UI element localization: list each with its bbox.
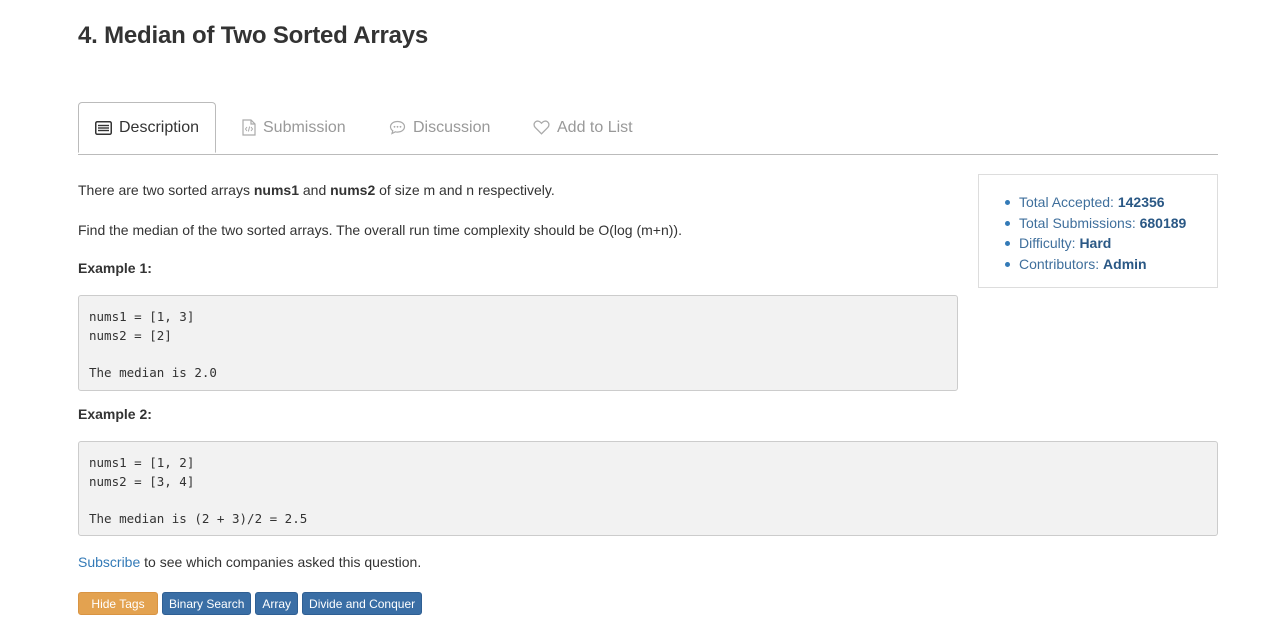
subscribe-text: to see which companies asked this questi…	[140, 554, 422, 570]
stat-difficulty-value: Hard	[1079, 235, 1112, 251]
example2-label: Example 2:	[78, 406, 152, 422]
stat-contributors-label: Contributors:	[1019, 255, 1104, 272]
tab-submission[interactable]: Submission	[242, 102, 346, 153]
stat-contributors-value[interactable]: Admin	[1103, 256, 1147, 272]
stat-difficulty-label: Difficulty:	[1019, 235, 1080, 251]
tab-discussion[interactable]: Discussion	[389, 102, 490, 153]
description-complexity: Find the median of the two sorted arrays…	[78, 222, 682, 238]
description-intro: There are two sorted arrays nums1 and nu…	[78, 180, 555, 200]
stats-panel: Total Accepted: 142356 Total Submissions…	[978, 174, 1218, 288]
heart-icon	[533, 120, 550, 135]
example1-code: nums1 = [1, 3] nums2 = [2] The median is…	[78, 295, 958, 391]
tab-description[interactable]: Description	[78, 102, 216, 153]
tags-row: Hide Tags Binary Search Array Divide and…	[78, 592, 423, 615]
stat-total-submissions: Total Submissions: 680189	[1005, 213, 1186, 234]
tab-submission-label: Submission	[263, 118, 346, 136]
intro-var-nums2: nums2	[330, 182, 376, 198]
intro-text-mid: and	[298, 182, 331, 198]
hide-tags-button[interactable]: Hide Tags	[78, 592, 158, 615]
intro-text-suffix: of size m and n respectively.	[375, 182, 555, 198]
code-file-icon	[242, 119, 256, 136]
tag-divide-and-conquer[interactable]: Divide and Conquer	[302, 592, 423, 615]
intro-text-prefix: There are two sorted arrays	[78, 182, 254, 198]
list-icon	[94, 120, 112, 135]
example2-code: nums1 = [1, 2] nums2 = [3, 4] The median…	[78, 441, 1218, 536]
stat-accepted-value: 142356	[1117, 194, 1165, 210]
stat-difficulty: Difficulty: Hard	[1005, 233, 1186, 254]
tab-description-label: Description	[118, 118, 200, 136]
stat-submissions-value: 680189	[1139, 214, 1187, 231]
subscribe-notice: Subscribe to see which companies asked t…	[78, 552, 421, 572]
stat-accepted-label: Total Accepted:	[1019, 194, 1118, 210]
stat-contributors: Contributors: Admin	[1005, 254, 1186, 275]
tag-array[interactable]: Array	[255, 592, 299, 615]
example1-label: Example 1:	[78, 260, 152, 276]
speech-bubble-icon	[389, 120, 406, 135]
stats-list: Total Accepted: 142356 Total Submissions…	[1005, 192, 1186, 274]
stat-total-accepted: Total Accepted: 142356	[1005, 192, 1186, 213]
stat-submissions-label: Total Submissions:	[1019, 214, 1140, 231]
problem-tabs: Description Submission Discussion Add to…	[78, 102, 1218, 155]
tab-add-to-list[interactable]: Add to List	[533, 102, 633, 153]
tag-binary-search[interactable]: Binary Search	[162, 592, 252, 615]
tab-discussion-label: Discussion	[413, 118, 491, 136]
subscribe-link[interactable]: Subscribe	[78, 554, 140, 570]
page-title: 4. Median of Two Sorted Arrays	[78, 22, 429, 49]
intro-var-nums1: nums1	[253, 182, 299, 198]
tab-add-to-list-label: Add to List	[557, 118, 633, 136]
